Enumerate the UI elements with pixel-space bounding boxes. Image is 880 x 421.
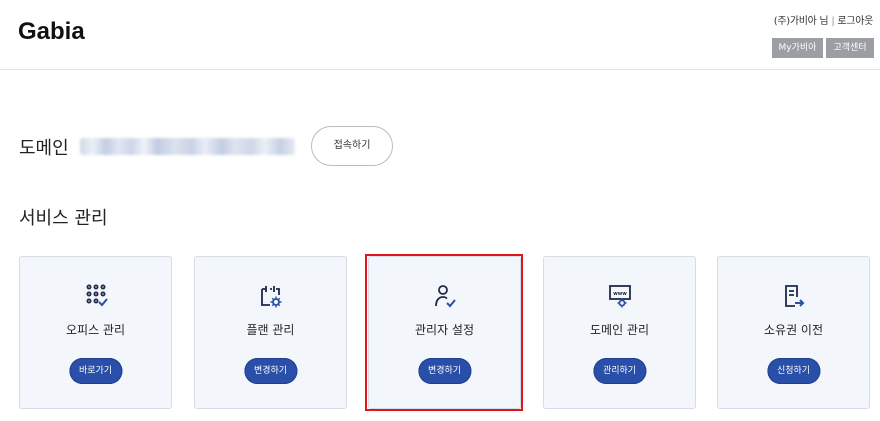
header: Gabia (주)가비아 님 | 로그아웃 My가비아 고객센터 <box>0 0 880 70</box>
card-label: 도메인 관리 <box>589 323 649 337</box>
card-label: 플랜 관리 <box>246 323 295 337</box>
svg-text:www: www <box>613 291 627 297</box>
apps-grid-check-icon <box>20 283 171 309</box>
service-card-admin-settings[interactable]: 관리자 설정 변경하기 <box>368 256 521 409</box>
apply-button[interactable]: 신청하기 <box>766 358 821 384</box>
service-card-domain[interactable]: www 도메인 관리 관리하기 <box>543 256 696 409</box>
go-button[interactable]: 바로가기 <box>68 358 123 384</box>
service-card-plan[interactable]: 플랜 관리 변경하기 <box>194 256 347 409</box>
connect-button[interactable]: 접속하기 <box>311 126 393 166</box>
card-label: 오피스 관리 <box>65 323 125 337</box>
document-transfer-icon <box>718 283 869 309</box>
calendar-gear-icon <box>195 283 346 309</box>
service-card-ownership-transfer[interactable]: 소유권 이전 신청하기 <box>717 256 870 409</box>
change-button[interactable]: 변경하기 <box>417 358 472 384</box>
card-label: 소유권 이전 <box>763 323 823 337</box>
user-check-icon <box>369 283 520 309</box>
card-label: 관리자 설정 <box>414 323 474 337</box>
change-button[interactable]: 변경하기 <box>243 358 298 384</box>
my-gabia-button[interactable]: My가비아 <box>772 38 823 58</box>
manage-button[interactable]: 관리하기 <box>592 358 647 384</box>
domain-name-redacted <box>80 138 295 155</box>
www-monitor-gear-icon: www <box>544 283 695 309</box>
domain-label: 도메인 <box>19 138 69 159</box>
gabia-logo[interactable]: Gabia <box>18 18 85 46</box>
user-info: (주)가비아 님 | 로그아웃 <box>773 12 874 27</box>
user-name: (주)가비아 님 <box>773 16 829 27</box>
customer-center-button[interactable]: 고객센터 <box>826 38 874 58</box>
service-card-office[interactable]: 오피스 관리 바로가기 <box>19 256 172 409</box>
logout-link[interactable]: 로그아웃 <box>837 16 873 27</box>
service-management-title: 서비스 관리 <box>19 208 108 229</box>
divider: | <box>831 16 835 27</box>
